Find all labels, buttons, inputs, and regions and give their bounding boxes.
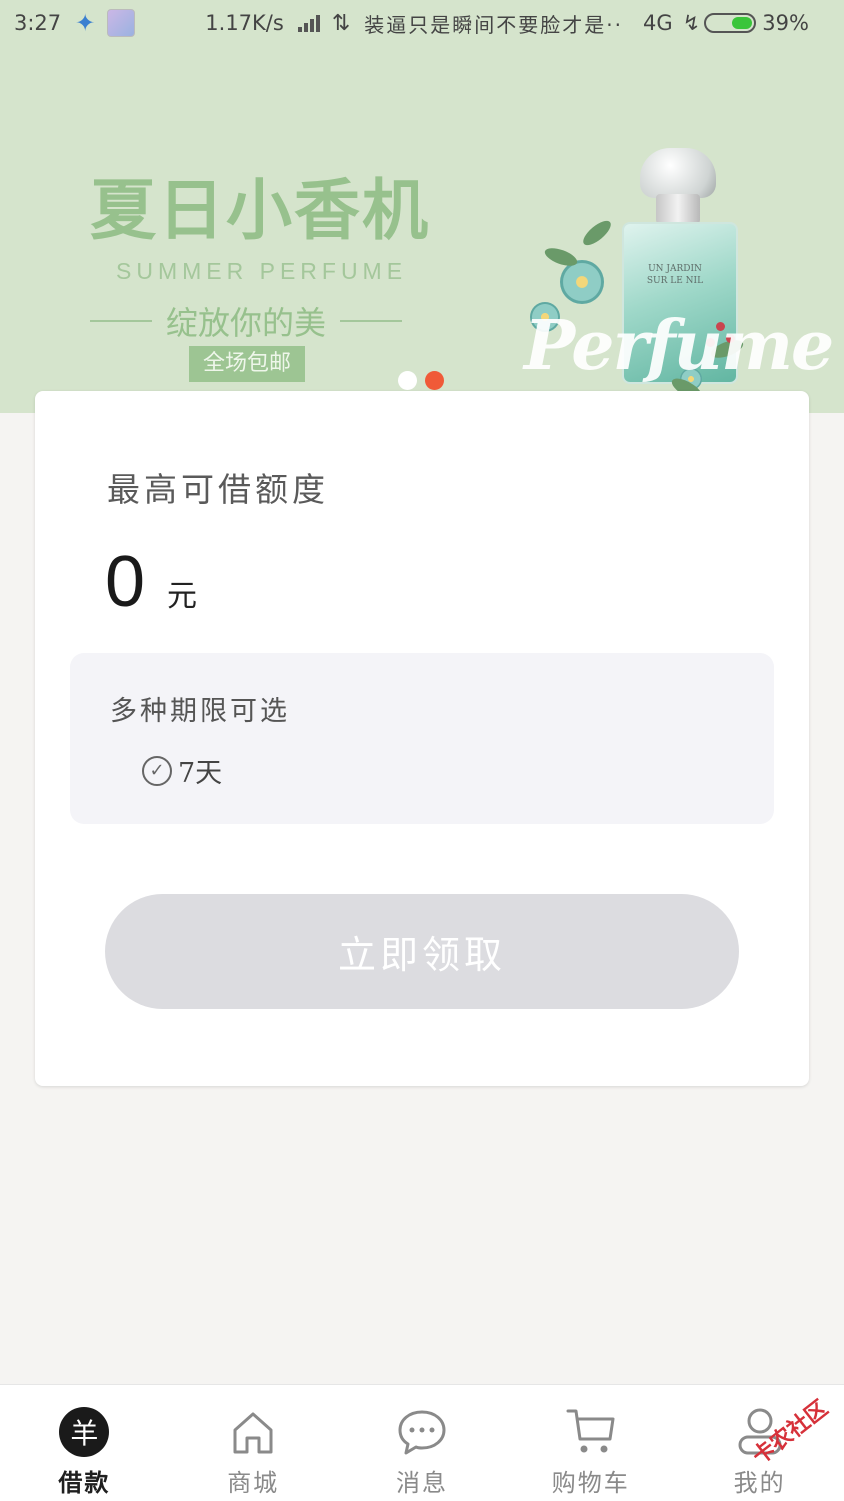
nav-label: 我的 [733, 1469, 786, 1497]
battery-icon [704, 13, 757, 33]
nav-label: 借款 [58, 1468, 111, 1497]
carousel-dot-active[interactable] [425, 371, 444, 390]
carousel-indicator [398, 371, 452, 390]
nav-label: 购物车 [551, 1469, 630, 1497]
chat-icon [397, 1407, 447, 1457]
term-title: 多种期限可选 [110, 696, 290, 727]
check-circle-icon: ✓ [142, 755, 172, 786]
banner-subtitle: SUMMER PERFUME [116, 258, 408, 284]
nav-item-cart[interactable]: 购物车 [506, 1385, 675, 1501]
status-bar: 3:27 ✦ 1.17K/s ⇅ 装逼只是瞬间不要脸才是·· 4G ↯ 39% [0, 0, 844, 46]
nav-label: 商城 [227, 1469, 280, 1497]
cart-icon [566, 1407, 616, 1457]
amount-unit: 元 [167, 579, 198, 614]
divider [340, 320, 403, 322]
bottle-label: UN JARDIN SUR LE NIL [646, 264, 704, 286]
claim-button[interactable]: 立即领取 [105, 894, 739, 1009]
bottom-nav: 羊 借款 商城 消息 购物车 我的 [0, 1384, 844, 1501]
term-option-label: 7天 [178, 758, 223, 789]
status-time: 3:27 [14, 11, 62, 35]
notification-text: 装逼只是瞬间不要脸才是·· [364, 12, 623, 37]
nav-item-mall[interactable]: 商城 [169, 1385, 338, 1501]
signal-icon [297, 14, 322, 32]
term-option-7-days[interactable]: ✓ 7天 [142, 751, 222, 790]
loan-card: 最高可借额度 0 元 多种期限可选 ✓ 7天 立即领取 [35, 391, 809, 1086]
nav-item-messages[interactable]: 消息 [338, 1385, 507, 1501]
battery-percent: 39% [762, 11, 809, 35]
promo-banner[interactable]: 夏日小香机 SUMMER PERFUME 绽放你的美 全场包邮 UN JARDI… [0, 46, 844, 413]
carousel-dot[interactable] [398, 371, 417, 390]
loan-icon: 羊 [59, 1407, 110, 1457]
charging-icon: ↯ [682, 11, 701, 35]
home-icon [228, 1407, 278, 1457]
nav-item-loan[interactable]: 羊 借款 [0, 1385, 169, 1501]
amount-value: 0 [105, 542, 146, 622]
amount-row: 0 元 [105, 541, 197, 623]
limit-label: 最高可借额度 [107, 470, 329, 509]
network-speed: 1.17K/s [205, 11, 284, 35]
banner-slogan: 绽放你的美 [166, 304, 327, 342]
bird-app-icon: ✦ [75, 9, 96, 37]
banner-slogan-row: 绽放你的美 [90, 298, 403, 344]
nav-label: 消息 [395, 1469, 448, 1497]
divider [90, 320, 152, 322]
avatar-app-icon [107, 9, 136, 37]
banner-title: 夏日小香机 [90, 172, 430, 249]
network-type: 4G [642, 11, 673, 35]
banner-script-text: Perfume [524, 306, 834, 386]
data-arrows-icon: ⇅ [331, 10, 351, 36]
term-options-panel: 多种期限可选 ✓ 7天 [70, 653, 774, 824]
banner-tag: 全场包邮 [189, 346, 305, 382]
